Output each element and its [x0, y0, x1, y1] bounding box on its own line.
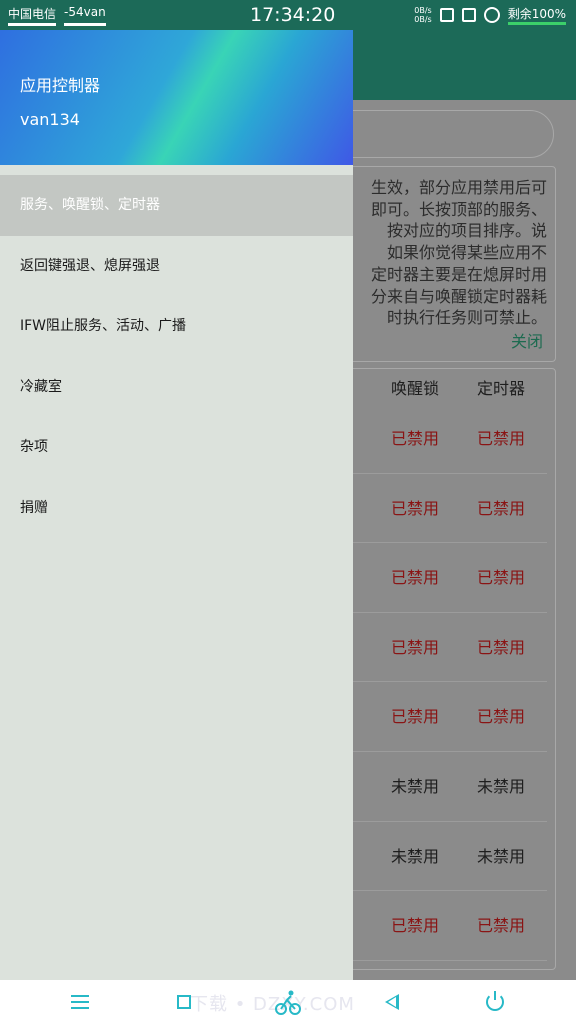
- drawer-menu: 服务、唤醒锁、定时器 返回键强退、熄屏强退 IFW阻止服务、活动、广播 冷藏室 …: [0, 175, 353, 538]
- system-nav-bar: 下载 • DZXY.COM: [0, 980, 576, 1024]
- back-button[interactable]: [370, 980, 414, 1024]
- wakelock-status: 已禁用: [391, 637, 440, 657]
- signal-label: -54van: [64, 5, 106, 26]
- net-up: 0B/s: [414, 6, 432, 15]
- column-header-wakelock[interactable]: 唤醒锁: [391, 375, 439, 399]
- menu-item-freezer[interactable]: 冷藏室: [0, 357, 353, 418]
- timer-status: 未禁用: [477, 846, 526, 866]
- carrier-label: 中国电信: [8, 5, 57, 26]
- recent-apps-icon: [177, 995, 191, 1009]
- menu-item-misc[interactable]: 杂项: [0, 417, 353, 478]
- timer-status: 已禁用: [477, 498, 526, 518]
- menu-item-services-wakelocks-timers[interactable]: 服务、唤醒锁、定时器: [0, 175, 353, 236]
- wakelock-status: 未禁用: [391, 846, 440, 866]
- notice-close-button[interactable]: 关闭: [511, 331, 543, 353]
- menu-button[interactable]: [58, 980, 102, 1024]
- recent-apps-button[interactable]: [162, 980, 206, 1024]
- timer-status: 已禁用: [477, 568, 526, 588]
- menu-item-ifw-block[interactable]: IFW阻止服务、活动、广播: [0, 296, 353, 357]
- battery-label: 剩余100%: [507, 5, 566, 25]
- net-speed: 0B/s 0B/s: [414, 6, 431, 24]
- wakelock-status: 已禁用: [391, 568, 440, 588]
- watermark-text: 下载 • DZXY.COM: [190, 994, 355, 1015]
- status-right: 0B/s 0B/s 剩余100%: [414, 5, 566, 25]
- wakelock-status: 已禁用: [391, 707, 440, 727]
- menu-item-back-screen-off-kill[interactable]: 返回键强退、熄屏强退: [0, 236, 353, 297]
- menu-item-donate[interactable]: 捐赠: [0, 478, 353, 539]
- alarm-icon: [483, 7, 500, 23]
- timer-status: 未禁用: [477, 777, 526, 796]
- wakelock-status: 已禁用: [391, 916, 440, 936]
- power-button[interactable]: [473, 980, 517, 1024]
- menu-icon: [71, 995, 89, 1009]
- wakelock-status: 已禁用: [391, 429, 440, 448]
- wakelock-status: 已禁用: [391, 498, 440, 518]
- net-down: 0B/s: [414, 15, 432, 24]
- wakelock-status: 未禁用: [391, 777, 440, 796]
- status-time: 17:34:20: [250, 4, 336, 26]
- drawer-header: 应用控制器 van134: [0, 30, 353, 165]
- status-left: 中国电信 -54van: [8, 5, 106, 26]
- status-bar: 中国电信 -54van 17:34:20 0B/s 0B/s 剩余100%: [0, 0, 576, 30]
- vibrate-icon: [439, 8, 454, 22]
- back-icon: [385, 994, 399, 1010]
- power-icon: [486, 991, 504, 1011]
- drawer-user-name: van134: [20, 110, 80, 129]
- navigation-drawer: 应用控制器 van134 服务、唤醒锁、定时器 返回键强退、熄屏强退 IFW阻止…: [0, 0, 353, 980]
- timer-status: 已禁用: [477, 637, 526, 657]
- drawer-app-title: 应用控制器: [20, 76, 101, 95]
- timer-status: 已禁用: [477, 429, 526, 448]
- bike-logo-icon: [275, 990, 301, 1015]
- cast-icon: [461, 8, 476, 22]
- column-header-timer[interactable]: 定时器: [477, 375, 525, 399]
- timer-status: 已禁用: [477, 916, 526, 936]
- timer-status: 已禁用: [477, 707, 526, 727]
